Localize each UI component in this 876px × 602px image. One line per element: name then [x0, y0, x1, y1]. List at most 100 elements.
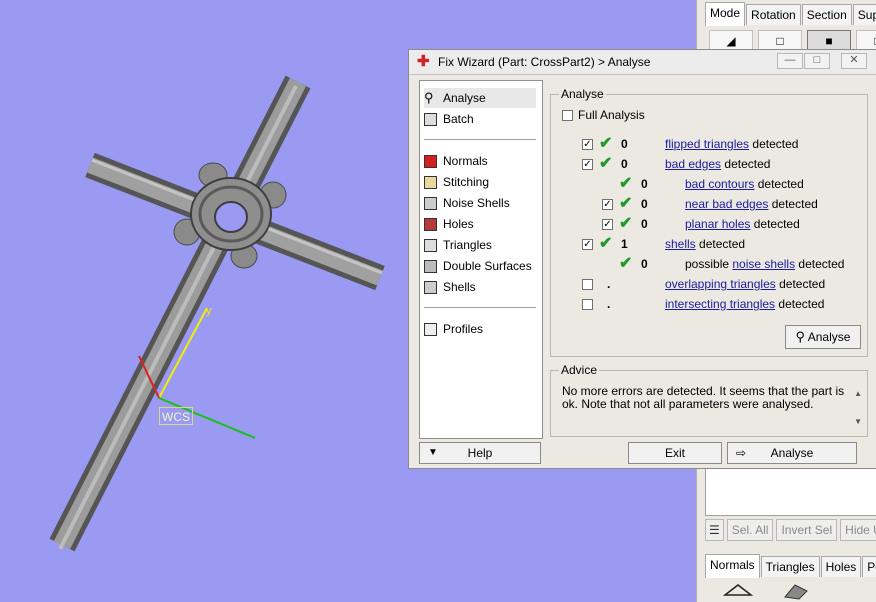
- minimize-button[interactable]: —: [777, 53, 803, 69]
- nav-item-label: Double Surfaces: [443, 259, 532, 273]
- magnifier-icon: ⚲: [424, 90, 434, 105]
- bad-edges-count: 0: [621, 157, 628, 171]
- nav-item-double-surfaces[interactable]: Double Surfaces: [424, 256, 536, 276]
- nav-item-stitching[interactable]: Stitching: [424, 172, 536, 192]
- selection-list[interactable]: [705, 466, 876, 516]
- planar-holes-count: 0: [641, 217, 648, 231]
- detected-text: detected: [753, 217, 800, 231]
- bad-edges-checkbox[interactable]: ✓: [582, 159, 593, 170]
- tab-points[interactable]: Poir: [862, 556, 876, 577]
- nav-item-label: Stitching: [443, 175, 490, 189]
- flipped-triangles-link[interactable]: flipped triangles: [665, 137, 749, 151]
- close-button[interactable]: ✕: [841, 53, 867, 69]
- intersecting-triangles-checkbox[interactable]: [582, 299, 593, 310]
- tab-triangles[interactable]: Triangles: [760, 556, 820, 577]
- profiles-icon: [424, 322, 437, 336]
- invert-sel-button[interactable]: Invert Sel: [776, 519, 838, 541]
- detected-text: detected: [699, 237, 746, 251]
- nav-item-normals[interactable]: Normals: [424, 151, 536, 171]
- near-bad-edges-count: 0: [641, 197, 648, 211]
- planar-holes-checkbox[interactable]: ✓: [602, 219, 613, 230]
- nav-item-shells[interactable]: Shells: [424, 277, 536, 297]
- triangle-select-icon[interactable]: [777, 581, 815, 601]
- wcs-label: WCS: [159, 407, 193, 425]
- nav-item-label: Noise Shells: [443, 196, 510, 210]
- analyse-next-button[interactable]: ⇨ Analyse: [727, 442, 857, 464]
- tab-rotation[interactable]: Rotation: [746, 4, 801, 25]
- nav-item-noise-shells[interactable]: Noise Shells: [424, 193, 536, 213]
- analyse-next-button-label: Analyse: [770, 446, 814, 460]
- tab-mode[interactable]: Mode: [705, 2, 746, 26]
- check-ok-icon: ✔: [599, 235, 613, 252]
- title-bar[interactable]: ✚ Fix Wizard (Part: CrossPart2) > Analys…: [409, 50, 876, 75]
- normal-flip-icon[interactable]: [719, 581, 757, 601]
- nav-separator: [424, 139, 536, 140]
- advice-text: No more errors are detected. It seems th…: [562, 384, 845, 411]
- shells-icon: [424, 280, 437, 294]
- detected-text: detected: [778, 297, 825, 311]
- fix-wizard-dialog: ✚ Fix Wizard (Part: CrossPart2) > Analys…: [408, 49, 876, 469]
- scroll-down-icon[interactable]: ▼: [854, 417, 862, 426]
- advice-group: Advice No more errors are detected. It s…: [550, 363, 868, 437]
- near-bad-edges-checkbox[interactable]: ✓: [602, 199, 613, 210]
- flipped-triangles-checkbox[interactable]: ✓: [582, 139, 593, 150]
- tab-section[interactable]: Section: [801, 4, 852, 25]
- nav-item-label: Triangles: [443, 238, 492, 252]
- help-button[interactable]: ▼ Help: [419, 442, 541, 464]
- tab-holes[interactable]: Holes: [820, 556, 862, 577]
- flipped-triangles-count: 0: [621, 137, 628, 151]
- nav-item-profiles[interactable]: Profiles: [424, 319, 536, 339]
- axis-y-label: y: [206, 305, 212, 317]
- overlapping-triangles-count: .: [607, 277, 611, 291]
- magnifier-icon: ⚲: [795, 329, 806, 344]
- bad-contours-link[interactable]: bad contours: [685, 177, 754, 191]
- stitching-icon: [424, 175, 437, 189]
- nav-item-triangles[interactable]: Triangles: [424, 235, 536, 255]
- advice-group-title: Advice: [559, 363, 600, 377]
- exit-button[interactable]: Exit: [628, 442, 722, 464]
- bottom-tab-row: Normals Triangles Holes Poir: [705, 554, 876, 578]
- maximize-button[interactable]: □: [804, 53, 830, 69]
- detected-text: detected: [752, 137, 799, 151]
- noise-shells-link[interactable]: noise shells: [732, 257, 795, 271]
- check-ok-icon: ✔: [619, 175, 633, 192]
- check-ok-icon: ✔: [619, 215, 633, 232]
- select-list-icon[interactable]: ☰: [705, 519, 724, 541]
- detected-text: detected: [724, 157, 771, 171]
- overlapping-triangles-link[interactable]: overlapping triangles: [665, 277, 776, 291]
- bad-contours-count: 0: [641, 177, 648, 191]
- batch-icon: [424, 112, 437, 126]
- planar-holes-link[interactable]: planar holes: [685, 217, 750, 231]
- analyse-run-button[interactable]: ⚲ Analyse: [785, 325, 861, 349]
- overlapping-triangles-checkbox[interactable]: [582, 279, 593, 290]
- triangle-down-icon: ▼: [428, 447, 438, 458]
- shells-checkbox[interactable]: ✓: [582, 239, 593, 250]
- full-analysis-checkbox[interactable]: [562, 110, 573, 121]
- hide-un-button[interactable]: Hide Un: [840, 519, 876, 541]
- tab-normals[interactable]: Normals: [705, 554, 760, 578]
- nav-item-batch[interactable]: Batch: [424, 109, 536, 129]
- nav-item-holes[interactable]: Holes: [424, 214, 536, 234]
- analyse-group: Analyse Full Analysis ✓ ✔ 0 flipped tria…: [550, 87, 868, 357]
- check-ok-icon: ✔: [599, 155, 613, 172]
- selection-toolbar: ☰ Sel. All Invert Sel Hide Un: [705, 519, 876, 541]
- detected-text: detected: [757, 177, 804, 191]
- nav-item-label: Batch: [443, 112, 474, 126]
- wizard-nav-panel: ⚲ Analyse Batch Normals Stitching Noise …: [419, 80, 543, 439]
- shells-link[interactable]: shells: [665, 237, 696, 251]
- intersecting-triangles-link[interactable]: intersecting triangles: [665, 297, 775, 311]
- help-button-label: Help: [467, 446, 493, 460]
- double-surfaces-icon: [424, 259, 437, 273]
- scroll-up-icon[interactable]: ▲: [854, 389, 862, 398]
- window-title: Fix Wizard (Part: CrossPart2) > Analyse: [438, 55, 651, 69]
- nav-item-label: Normals: [443, 154, 488, 168]
- nav-separator: [424, 307, 536, 308]
- tab-support[interactable]: Supp: [852, 4, 876, 25]
- nav-item-analyse[interactable]: ⚲ Analyse: [424, 88, 536, 108]
- possible-text: possible: [685, 257, 730, 271]
- sel-all-button[interactable]: Sel. All: [726, 519, 774, 541]
- shells-count: 1: [621, 237, 628, 251]
- bad-edges-link[interactable]: bad edges: [665, 157, 721, 171]
- near-bad-edges-link[interactable]: near bad edges: [685, 197, 768, 211]
- check-ok-icon: ✔: [619, 195, 633, 212]
